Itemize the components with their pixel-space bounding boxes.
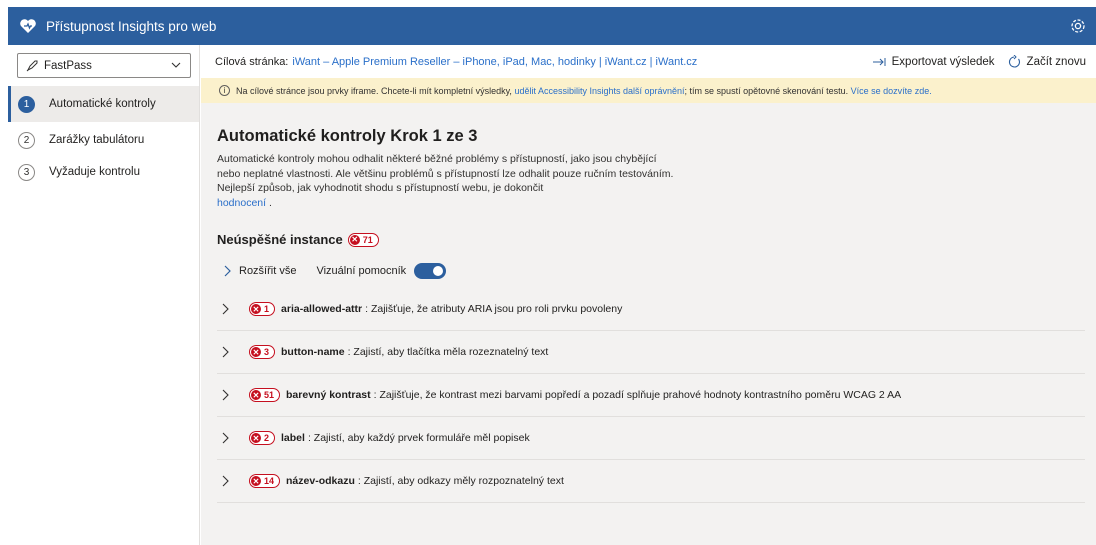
expand-all-button[interactable]: Rozšířit vše [223,265,296,277]
description-end: . [268,196,272,209]
error-x-icon: ✕ [251,476,261,486]
rule-failure-badge: ✕ 2 [249,431,276,445]
chevron-right-icon [221,475,239,487]
chevron-down-icon [171,60,181,73]
info-icon: i [219,85,230,96]
rule-failure-badge: ✕ 51 [249,388,281,402]
banner-text-1: Na cílové stránce jsou prvky iframe. Chc… [236,85,512,96]
target-page-link[interactable]: iWant – Apple Premium Reseller – iPhone,… [292,56,697,68]
visual-helper-toggle[interactable] [414,263,447,279]
rule-row-aria-allowed-attr[interactable]: ✕ 1 aria-allowed-attr : Zajišťuje, že atr… [217,288,1085,331]
rule-description: : Zajistí, aby tlačítka měla rozeznateln… [347,346,549,358]
rule-name: název-odkazu [286,475,355,487]
start-over-label: Začít znovu [1026,55,1086,68]
active-indicator [8,86,11,122]
left-navigation: FastPass 1 Automatické kontroly 2 Zarážk… [8,45,200,545]
rule-failure-count: 2 [264,433,270,443]
error-x-icon: ✕ [349,234,360,245]
failure-count: 71 [362,234,373,245]
rule-failure-badge: ✕ 14 [249,474,281,488]
chevron-right-icon [223,265,231,277]
rule-failure-count: 3 [264,347,270,357]
heart-logo-icon [18,16,38,36]
banner-text-2: ; tím se spustí opětovné skenování testu… [684,85,849,96]
results-toolbar: Rozšířit vše Vizuální pomocník [223,263,447,279]
target-page-label: Cílová stránka: [215,55,289,68]
rule-row-color-contrast[interactable]: ✕ 51 barevný kontrast : Zajišťuje, že kon… [217,374,1085,417]
export-result-button[interactable]: Exportovat výsledek [872,56,995,68]
expand-all-label: Rozšířit vše [239,265,297,277]
refresh-icon [1007,54,1021,69]
step-number: 1 [18,95,35,113]
start-over-button[interactable]: Začít znovu [1007,54,1086,69]
page-title: Automatické kontroly Krok 1 ze 3 [217,127,478,145]
chevron-right-icon [221,303,239,315]
export-label: Exportovat výsledek [891,55,995,68]
chevron-right-icon [221,346,239,358]
rule-description: : Zajistí, aby každý prvek formuláře měl… [307,432,530,444]
chevron-right-icon [221,389,239,401]
step-number: 2 [18,131,35,149]
error-x-icon: ✕ [251,304,261,314]
nav-item-label: Zarážky tabulátoru [49,134,145,146]
rule-description: : Zajišťuje, že kontrast mezi barvami po… [373,389,902,401]
failure-count-badge: ✕ 71 [347,232,379,247]
main-content: Automatické kontroly Krok 1 ze 3 Automat… [201,103,1096,545]
nav-item-needs-review[interactable]: 3 Vyžaduje kontrolu [8,154,199,190]
nav-item-automatic-checks[interactable]: 1 Automatické kontroly [8,86,199,122]
app-title-bar: Přístupnost Insights pro web [8,7,1096,45]
rule-failure-count: 51 [264,390,275,400]
mode-select-value: FastPass [44,59,92,72]
rule-failure-count: 1 [264,304,270,314]
nav-item-label: Vyžaduje kontrolu [49,166,140,178]
rule-name: barevný kontrast [286,389,371,401]
error-x-icon: ✕ [251,433,261,443]
rule-failure-count: 14 [264,476,275,486]
learn-more-link[interactable]: Více se dozvíte zde. [851,86,932,96]
target-page-bar: Cílová stránka: iWant – Apple Premium Re… [201,45,1096,78]
rule-name: label [281,432,305,444]
failed-instances-label: Neúspěšné instance [217,232,343,247]
failed-instances-header: Neúspěšné instance ✕ 71 [217,232,379,247]
rule-name: aria-allowed-attr [281,303,363,315]
rule-failure-badge: ✕ 3 [249,345,276,359]
chevron-right-icon [221,432,239,444]
assessment-link[interactable]: hodnocení [217,197,266,209]
error-x-icon: ✕ [251,347,261,357]
export-arrow-icon [872,57,886,67]
iframe-warning-banner: i Na cílové stránce jsou prvky iframe. C… [201,78,1096,103]
step-number: 3 [18,163,35,181]
rocket-icon [26,60,38,72]
nav-item-label: Automatické kontroly [49,98,156,110]
mode-select[interactable]: FastPass [17,53,191,78]
rule-failure-badge: ✕ 1 [249,302,276,316]
rule-row-button-name[interactable]: ✕ 3 button-name : Zajistí, aby tlačítka m… [217,331,1085,374]
rule-row-link-name[interactable]: ✕ 14 název-odkazu : Zajistí, aby odkazy m… [217,460,1085,503]
nav-item-tab-stops[interactable]: 2 Zarážky tabulátoru [8,122,199,158]
rule-name: button-name [281,346,345,358]
error-x-icon: ✕ [251,390,261,400]
settings-gear-icon[interactable] [1068,16,1088,36]
app-title: Přístupnost Insights pro web [46,18,217,34]
description-text: Automatické kontroly mohou odhalit někte… [217,153,674,194]
rule-row-label[interactable]: ✕ 2 label : Zajistí, aby každý prvek form… [217,417,1085,460]
grant-permission-link[interactable]: udělit Accessibility Insights další oprá… [514,86,684,96]
rule-description: : Zajistí, aby odkazy měly rozpoznatelný… [357,475,564,487]
rule-description: : Zajišťuje, že atributy ARIA jsou pro r… [365,303,623,315]
toggle-knob [433,266,444,276]
page-description: Automatické kontroly mohou odhalit někte… [217,152,677,210]
visual-helper-label: Vizuální pomocník [316,265,407,277]
